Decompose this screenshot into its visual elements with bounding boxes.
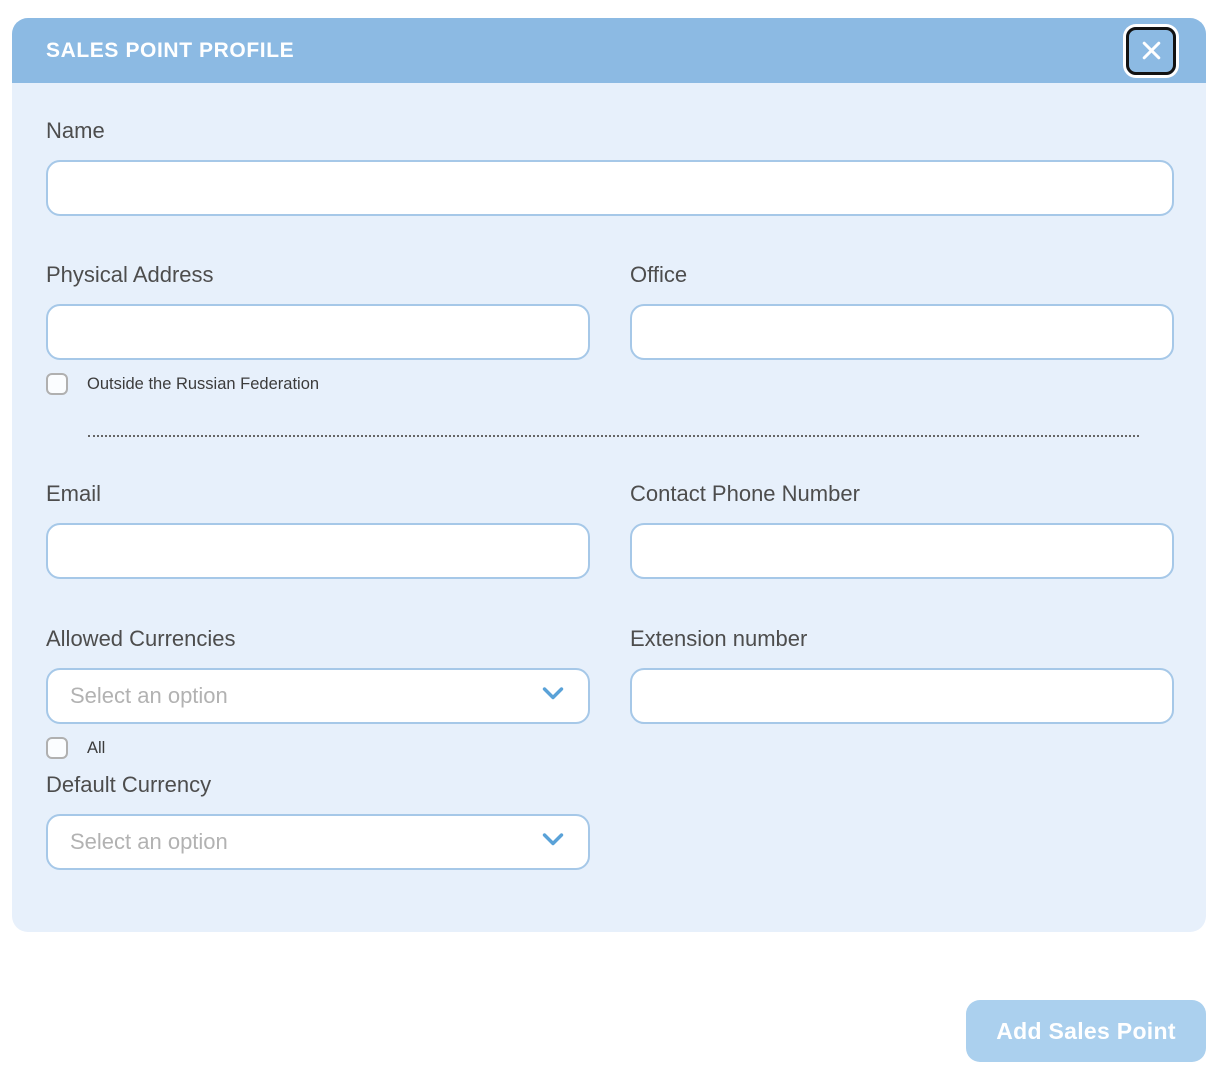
default-currency-value: Select an option xyxy=(70,829,228,854)
sales-point-profile-modal: SALES POINT PROFILE Name Physical Addres… xyxy=(12,18,1206,932)
email-group: Email xyxy=(46,481,590,579)
outside-rf-checkbox-row: Outside the Russian Federation xyxy=(46,373,590,395)
all-currencies-checkbox[interactable] xyxy=(46,737,68,759)
allowed-currencies-label: Allowed Currencies xyxy=(46,626,236,651)
extension-group: Extension number xyxy=(630,626,1174,870)
physical-address-group: Physical Address Outside the Russian Fed… xyxy=(46,262,590,395)
contact-phone-label: Contact Phone Number xyxy=(630,481,860,506)
allowed-currencies-value: Select an option xyxy=(70,683,228,708)
office-label: Office xyxy=(630,262,688,287)
outside-rf-checkbox[interactable] xyxy=(46,373,68,395)
close-button[interactable] xyxy=(1126,26,1176,75)
allowed-currencies-select[interactable]: Select an option xyxy=(46,668,590,724)
modal-title: SALES POINT PROFILE xyxy=(46,38,295,62)
contact-phone-input[interactable] xyxy=(630,523,1174,579)
name-input[interactable] xyxy=(46,160,1174,216)
chevron-down-icon xyxy=(542,686,564,706)
extension-number-input[interactable] xyxy=(630,668,1174,724)
modal-body: Name Physical Address Outside the Russia… xyxy=(12,118,1206,870)
section-divider xyxy=(88,435,1139,437)
all-currencies-label: All xyxy=(87,738,106,757)
office-input[interactable] xyxy=(630,304,1174,360)
chevron-down-icon xyxy=(542,832,564,852)
default-currency-label: Default Currency xyxy=(46,772,212,797)
all-checkbox-row: All xyxy=(46,737,590,759)
physical-address-input[interactable] xyxy=(46,304,590,360)
outside-rf-label: Outside the Russian Federation xyxy=(87,374,320,393)
page-background: SALES POINT PROFILE Name Physical Addres… xyxy=(0,0,1222,1080)
name-label: Name xyxy=(46,118,105,143)
currencies-group: Allowed Currencies Select an option All xyxy=(46,626,590,870)
extension-number-label: Extension number xyxy=(630,626,808,651)
default-currency-select[interactable]: Select an option xyxy=(46,814,590,870)
contact-phone-group: Contact Phone Number xyxy=(630,481,1174,579)
close-icon xyxy=(1138,37,1165,64)
office-group: Office xyxy=(630,262,1174,395)
modal-header: SALES POINT PROFILE xyxy=(12,18,1206,83)
email-input[interactable] xyxy=(46,523,590,579)
physical-address-label: Physical Address xyxy=(46,262,214,287)
email-label: Email xyxy=(46,481,102,506)
add-sales-point-button[interactable]: Add Sales Point xyxy=(966,1000,1206,1062)
